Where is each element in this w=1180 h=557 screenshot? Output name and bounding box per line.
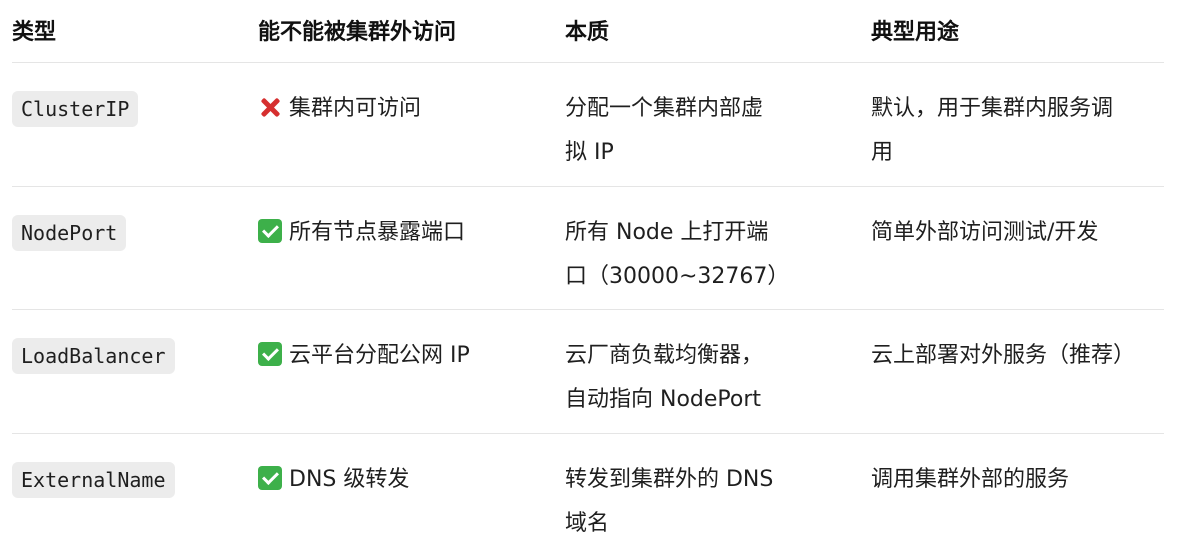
essence-cell: 分配一个集群内部虚 拟 IP bbox=[565, 87, 810, 175]
table-row: LoadBalancer 云平台分配公网 IP 云厂商负载均衡器， 自动指向 N… bbox=[0, 310, 1180, 433]
essence-line: 所有 Node 上打开端 bbox=[565, 220, 769, 245]
service-types-table: 类型 能不能被集群外访问 本质 典型用途 ClusterIP 集群内可访问 分配… bbox=[0, 0, 1180, 548]
service-type-code: NodePort bbox=[12, 215, 127, 251]
header-external-access: 能不能被集群外访问 bbox=[258, 20, 457, 45]
access-text: DNS 级转发 bbox=[289, 467, 410, 492]
header-essence: 本质 bbox=[565, 20, 610, 45]
use-cell: 调用集群外部的服务 bbox=[871, 458, 1166, 502]
access-cell: 所有节点暴露端口 bbox=[258, 211, 548, 255]
check-mark-icon bbox=[258, 342, 282, 366]
header-type: 类型 bbox=[12, 20, 57, 45]
check-mark-icon bbox=[258, 219, 282, 243]
access-text: 所有节点暴露端口 bbox=[289, 220, 466, 245]
access-cell: DNS 级转发 bbox=[258, 458, 548, 502]
essence-line: 自动指向 NodePort bbox=[565, 387, 762, 412]
header-typical-use: 典型用途 bbox=[871, 20, 960, 45]
service-type-code: LoadBalancer bbox=[12, 338, 175, 374]
use-cell: 云上部署对外服务（推荐） bbox=[871, 334, 1166, 378]
use-line: 默认，用于集群内服务调 bbox=[871, 96, 1114, 121]
use-line: 云上部署对外服务（推荐） bbox=[871, 343, 1136, 368]
essence-line: 口（30000~32767） bbox=[565, 264, 790, 289]
use-line: 用 bbox=[871, 140, 894, 165]
access-cell: 云平台分配公网 IP bbox=[258, 334, 548, 378]
access-cell: 集群内可访问 bbox=[258, 87, 548, 131]
essence-cell: 云厂商负载均衡器， 自动指向 NodePort bbox=[565, 334, 810, 422]
use-line: 简单外部访问测试/开发 bbox=[871, 220, 1099, 245]
table-row: ExternalName DNS 级转发 转发到集群外的 DNS 域名 调用集群… bbox=[0, 434, 1180, 557]
essence-line: 拟 IP bbox=[565, 140, 614, 165]
cross-mark-icon bbox=[258, 95, 282, 119]
use-line: 调用集群外部的服务 bbox=[871, 467, 1070, 492]
access-text: 云平台分配公网 IP bbox=[289, 343, 470, 368]
use-cell: 简单外部访问测试/开发 bbox=[871, 211, 1166, 255]
check-mark-icon bbox=[258, 466, 282, 490]
service-type-code: ClusterIP bbox=[12, 91, 139, 127]
table-row: ClusterIP 集群内可访问 分配一个集群内部虚 拟 IP 默认，用于集群内… bbox=[0, 63, 1180, 186]
use-cell: 默认，用于集群内服务调 用 bbox=[871, 87, 1166, 175]
essence-line: 云厂商负载均衡器， bbox=[565, 343, 764, 368]
essence-line: 转发到集群外的 DNS bbox=[565, 467, 774, 492]
table-row: NodePort 所有节点暴露端口 所有 Node 上打开端 口（30000~3… bbox=[0, 187, 1180, 310]
essence-cell: 转发到集群外的 DNS 域名 bbox=[565, 458, 810, 546]
essence-line: 分配一个集群内部虚 bbox=[565, 96, 764, 121]
essence-line: 域名 bbox=[565, 511, 610, 536]
service-type-code: ExternalName bbox=[12, 462, 175, 498]
essence-cell: 所有 Node 上打开端 口（30000~32767） bbox=[565, 211, 810, 299]
access-text: 集群内可访问 bbox=[289, 96, 422, 121]
table-header: 类型 能不能被集群外访问 本质 典型用途 bbox=[0, 0, 1180, 62]
